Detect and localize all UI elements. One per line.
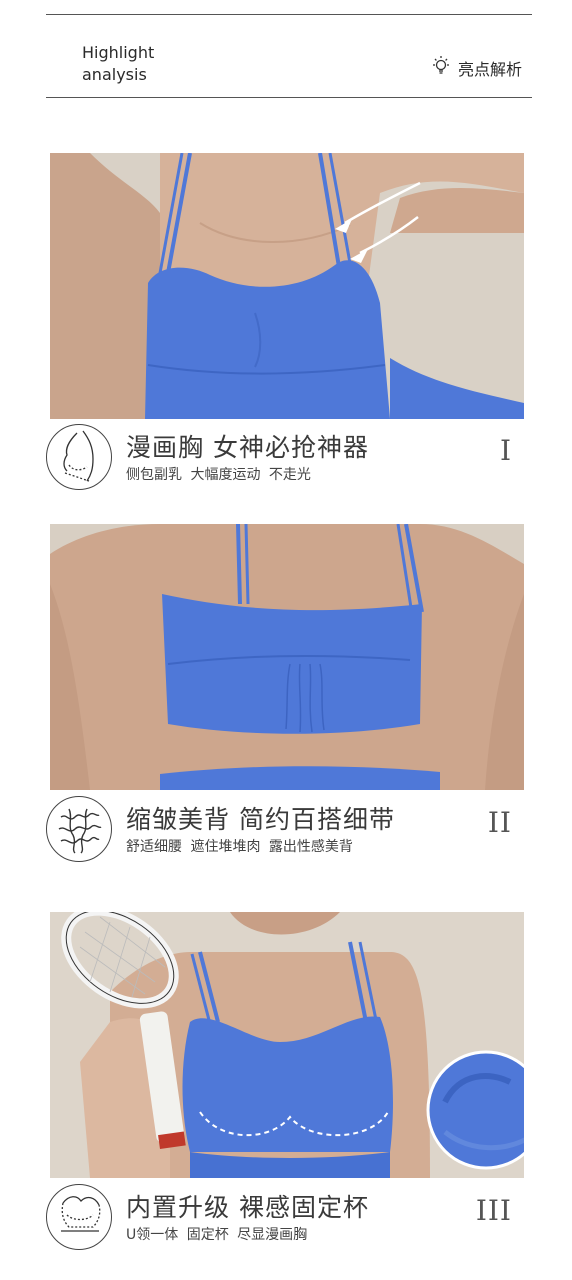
feature-numeral: III [475,1194,512,1227]
built-in-cup-icon [46,1184,112,1250]
product-photo-back [50,524,524,790]
product-photo-front [50,153,524,419]
ruched-back-icon [46,796,112,862]
feature-title: 内置升级 裸感固定杯 [126,1193,369,1222]
feature-numeral: II [487,806,512,839]
header-bottom-divider [46,97,532,98]
feature-subtitle: 舒适细腰 遮住堆堆肉 露出性感美背 [126,839,353,855]
feature-title: 漫画胸 女神必抢神器 [126,433,369,462]
side-bust-icon [46,424,112,490]
feature-subtitle: 侧包副乳 大幅度运动 不走光 [126,467,311,483]
header-title-en-line2: analysis [82,65,147,84]
feature-numeral: I [499,434,512,467]
header-title-en: Highlight analysis [82,42,154,86]
product-photo-racket [50,912,524,1178]
header-title-cn-text: 亮点解析 [457,60,522,79]
feature-1: 漫画胸 女神必抢神器 侧包副乳 大幅度运动 不走光 I [46,424,532,494]
header-title-en-line1: Highlight [82,43,155,62]
feature-2: 缩皱美背 简约百搭细带 舒适细腰 遮住堆堆肉 露出性感美背 II [46,796,532,866]
header-title-cn: 亮点解析 [430,55,522,81]
lightbulb-icon [430,55,452,81]
top-divider [46,14,532,15]
feature-subtitle: U领一体 固定杯 尽显漫画胸 [126,1227,308,1243]
feature-title: 缩皱美背 简约百搭细带 [126,805,395,834]
feature-3: 内置升级 裸感固定杯 U领一体 固定杯 尽显漫画胸 III [46,1184,532,1254]
